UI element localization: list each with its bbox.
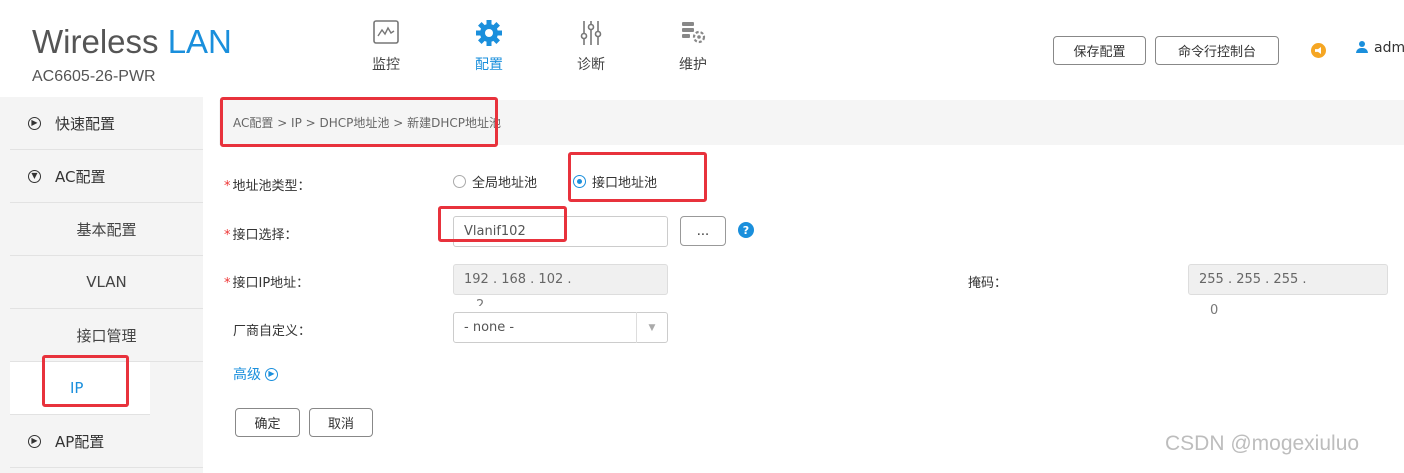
required-mark: * [224,228,231,243]
mask-last-octet: 0 [1210,303,1219,318]
radio-interface-pool[interactable]: 接口地址池 [573,172,657,191]
sidebar-item-label: VLAN [86,273,127,291]
expand-right-icon: ▶ [28,116,41,130]
nav-maintain[interactable]: 维护 [663,16,723,74]
nav-monitor[interactable]: 监控 [356,16,416,74]
radio-interface-pool-label: 接口地址池 [592,176,658,191]
vendor-label: 厂商自定义： [233,324,312,339]
interface-input[interactable]: Vlanif102 [453,216,668,247]
nav-config-label: 配置 [475,57,503,73]
vendor-select-value: - none - [464,320,515,335]
page-root: Wireless LAN AC6605-26-PWR 监控 配置 诊断 维护 保… [0,0,1404,473]
mask-value: 255 . 255 . 255 . [1199,272,1307,287]
expand-down-icon: ▼ [28,169,41,183]
watermark: CSDN @mogexiuluo [1165,432,1360,455]
nav-diagnose-label: 诊断 [577,57,605,73]
user-menu[interactable]: adm [1356,40,1404,56]
sidebar-item-interface-mgmt[interactable]: 接口管理 [10,309,203,362]
device-model: AC6605-26-PWR [32,68,156,85]
gear-icon [469,16,509,50]
interface-label-text: 接口选择： [232,228,298,243]
nav-config[interactable]: 配置 [459,16,519,74]
notification-icon[interactable] [1311,43,1326,58]
sidebar: ▶ 快速配置 ▼ AC配置 基本配置 VLAN 接口管理 IP ▶ AP配置 [0,97,203,473]
advanced-toggle[interactable]: 高级 ▶ [233,364,278,384]
user-name: adm [1374,40,1404,56]
expand-right-icon: ▶ [265,367,278,381]
sidebar-item-label: 快速配置 [55,114,116,133]
sidebar-item-label: AC配置 [55,167,106,186]
breadcrumb: AC配置 > IP > DHCP地址池 > 新建DHCP地址池 [219,100,1404,145]
monitor-icon [366,16,406,50]
required-mark: * [224,179,231,194]
browse-interface-button[interactable]: ... [680,216,726,246]
brand-title-accent: LAN [167,23,232,60]
sidebar-item-label: IP [70,379,84,397]
interface-label: * 接口选择： [224,224,298,243]
cli-console-button[interactable]: 命令行控制台 [1155,36,1279,65]
required-mark: * [224,276,231,291]
brand: Wireless LAN AC6605-26-PWR [32,24,232,86]
ip-address-value: 192 . 168 . 102 . [464,272,572,287]
user-icon [1356,41,1368,53]
sidebar-item-vlan[interactable]: VLAN [10,256,203,309]
sidebar-item-quick-config[interactable]: ▶ 快速配置 [10,97,203,150]
mask-label: 掩码： [968,276,1008,291]
radio-button-icon [453,175,466,188]
ip-address-label: * 接口IP地址： [224,272,309,291]
sidebar-item-ac-config[interactable]: ▼ AC配置 [10,150,203,203]
top-header: Wireless LAN AC6605-26-PWR 监控 配置 诊断 维护 保… [0,0,1404,97]
ip-address-label-text: 接口IP地址： [232,276,310,291]
sliders-icon [571,16,611,50]
interface-input-value: Vlanif102 [464,224,526,239]
sidebar-item-label: AP配置 [55,432,105,451]
cancel-button[interactable]: 取消 [309,408,373,437]
ip-address-input[interactable]: 192 . 168 . 102 . [453,264,668,295]
pool-type-label-text: 地址池类型： [232,179,311,194]
chevron-down-icon[interactable]: ▼ [636,312,667,343]
expand-right-icon: ▶ [28,434,41,448]
radio-global-pool-label: 全局地址池 [472,176,538,191]
sidebar-item-ip[interactable]: IP [10,362,150,415]
breadcrumb-text: AC配置 > IP > DHCP地址池 > 新建DHCP地址池 [233,116,501,130]
brand-title-main: Wireless [32,23,168,60]
help-icon[interactable]: ? [738,222,754,238]
pool-type-label: * 地址池类型： [224,175,311,194]
brand-title: Wireless LAN [32,24,232,60]
nav-maintain-label: 维护 [679,57,707,73]
ip-last-octet: 2 [476,298,485,306]
radio-global-pool[interactable]: 全局地址池 [453,172,537,191]
sidebar-item-basic-config[interactable]: 基本配置 [10,203,203,256]
maintenance-icon [673,16,713,50]
ok-button[interactable]: 确定 [235,408,300,437]
nav-monitor-label: 监控 [372,57,400,73]
save-config-button[interactable]: 保存配置 [1053,36,1146,65]
nav-diagnose[interactable]: 诊断 [561,16,621,74]
sidebar-item-label: 接口管理 [76,326,137,345]
sidebar-item-ap-config[interactable]: ▶ AP配置 [10,415,203,468]
mask-input[interactable]: 255 . 255 . 255 . [1188,264,1388,295]
radio-button-selected-icon [573,175,586,188]
sidebar-item-label: 基本配置 [76,220,137,239]
advanced-label: 高级 [233,367,261,383]
